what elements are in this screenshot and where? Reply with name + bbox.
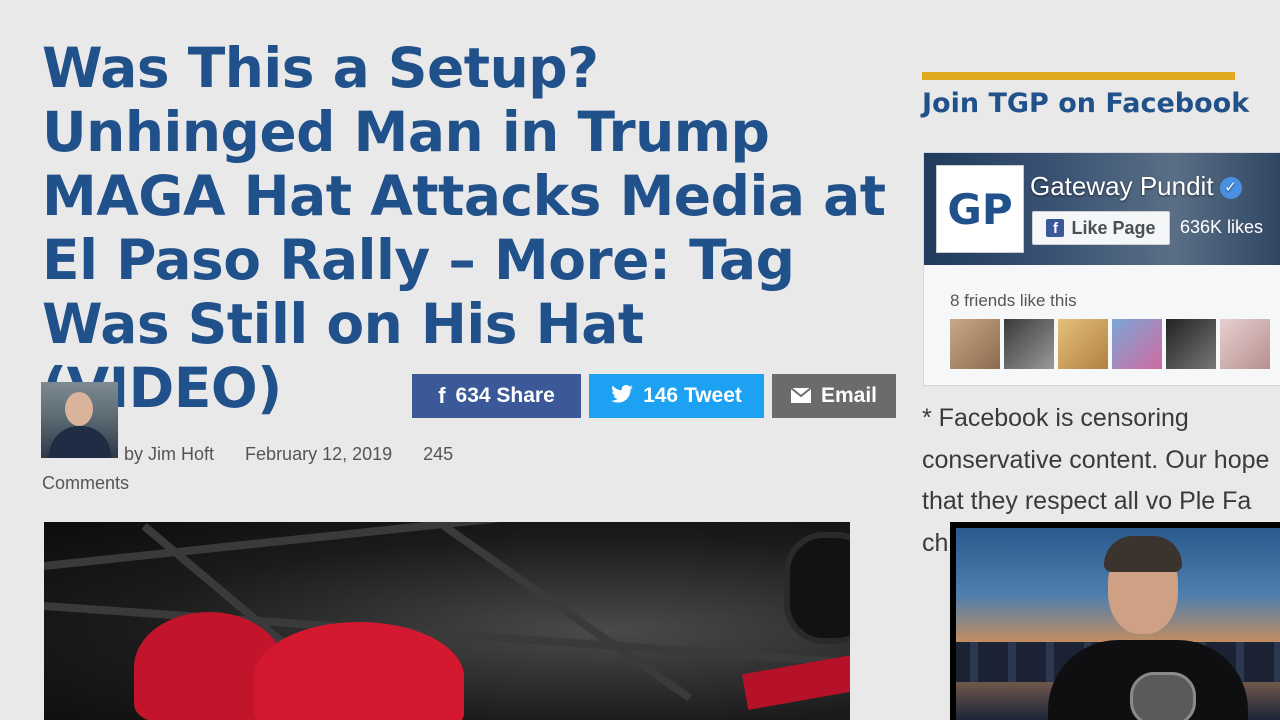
friend-avatar[interactable]: [1220, 319, 1270, 369]
comments-label[interactable]: Comments: [42, 473, 129, 493]
facebook-page-name[interactable]: Gateway Pundit ✓: [1030, 171, 1242, 202]
facebook-share-button[interactable]: f 634 Share: [412, 374, 581, 418]
facebook-share-label: Share: [496, 384, 555, 407]
facebook-share-count: 634: [455, 384, 491, 407]
gateway-pundit-logo[interactable]: GP: [936, 165, 1024, 253]
like-page-label: Like Page: [1071, 217, 1156, 238]
facebook-icon: f: [438, 383, 446, 408]
email-share-label: Email: [820, 384, 878, 407]
twitter-tweet-count: 146: [643, 384, 679, 407]
webcam-overlay: [950, 522, 1280, 720]
twitter-tweet-label: Tweet: [683, 384, 742, 407]
email-share-button[interactable]: Email: [772, 374, 896, 418]
article-video-thumbnail[interactable]: [44, 522, 850, 720]
friends-like-text: 8 friends like this: [950, 291, 1077, 310]
facebook-page-name-text[interactable]: Gateway Pundit: [1030, 171, 1214, 201]
author-byline[interactable]: by Jim Hoft: [124, 444, 214, 464]
twitter-bird-icon: [611, 383, 633, 409]
friend-avatar[interactable]: [1004, 319, 1054, 369]
facebook-like-page-button[interactable]: f Like Page: [1032, 211, 1170, 245]
twitter-tweet-button[interactable]: 146 Tweet: [589, 374, 764, 418]
article-meta: by Jim Hoft February 12, 2019 245 Commen…: [42, 440, 512, 498]
facebook-page-widget[interactable]: GP Gateway Pundit ✓ f Like Page 636K like…: [923, 152, 1280, 386]
envelope-icon: [790, 383, 812, 409]
publish-date: February 12, 2019: [245, 444, 393, 464]
article-headline[interactable]: Was This a Setup? Unhinged Man in Trump …: [42, 36, 902, 420]
verified-badge-icon: ✓: [1219, 177, 1242, 200]
facebook-icon: f: [1046, 219, 1065, 237]
microphone-icon: [1130, 672, 1196, 720]
friend-avatar[interactable]: [1166, 319, 1216, 369]
sidebar-accent-rule: [922, 72, 1235, 80]
friend-avatar[interactable]: [1112, 319, 1162, 369]
friend-avatar[interactable]: [1058, 319, 1108, 369]
friend-avatar[interactable]: [950, 319, 1000, 369]
sidebar-title: Join TGP on Facebook: [922, 88, 1250, 119]
comments-count[interactable]: 245: [423, 444, 453, 464]
facebook-likes-count: 636K likes: [1180, 217, 1264, 237]
friends-avatar-row: [950, 319, 1270, 369]
